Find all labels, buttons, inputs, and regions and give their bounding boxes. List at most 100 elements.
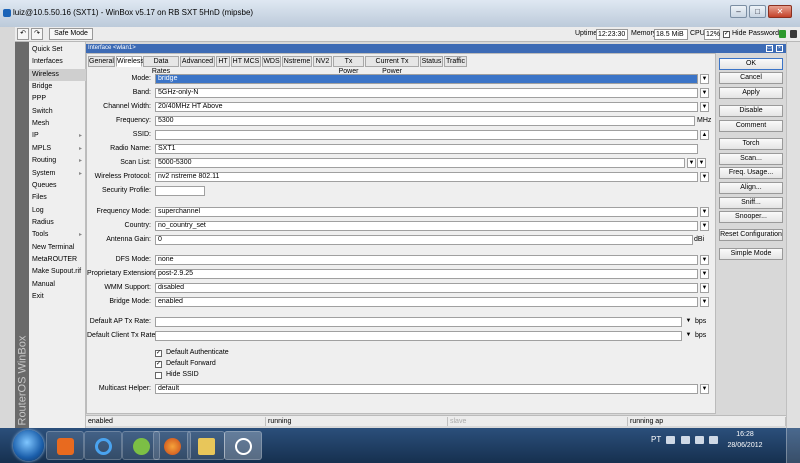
dropdown-arrow-icon[interactable]: ▼ bbox=[700, 102, 709, 112]
sidebar-item-mpls[interactable]: MPLS ▸ bbox=[29, 143, 86, 155]
sidebar-item-switch[interactable]: Switch bbox=[29, 106, 86, 118]
dropdown-arrow-icon[interactable]: ▼ bbox=[700, 172, 709, 182]
dropdown-arrow-icon[interactable]: ▼ bbox=[700, 255, 709, 265]
sidebar-item-make-supout-rif[interactable]: Make Supout.rif bbox=[29, 266, 86, 278]
sidebar-item-routing[interactable]: Routing ▸ bbox=[29, 155, 86, 167]
dropdown-arrow-icon[interactable]: ▼ bbox=[700, 384, 709, 394]
system-clock[interactable]: 16:28 28/06/2012 bbox=[724, 429, 766, 451]
scan-button[interactable]: Scan... bbox=[719, 153, 783, 165]
window-close-icon[interactable]: × bbox=[776, 45, 783, 52]
collapse-arrow-icon[interactable]: ▲ bbox=[700, 130, 709, 140]
reset-configuration-button[interactable]: Reset Configuration bbox=[719, 229, 783, 241]
comment-button[interactable]: Comment bbox=[719, 120, 783, 132]
ok-button[interactable]: OK bbox=[719, 58, 783, 70]
radio-name-field[interactable]: SXT1 bbox=[155, 144, 698, 154]
taskbar-firefox[interactable] bbox=[153, 431, 191, 460]
default-client-tx-rate-field[interactable] bbox=[155, 331, 682, 341]
sidebar-item-mesh[interactable]: Mesh bbox=[29, 118, 86, 130]
dropdown-arrow-icon[interactable]: ▼ bbox=[700, 297, 709, 307]
sidebar-item-queues[interactable]: Queues bbox=[29, 180, 86, 192]
language-indicator[interactable]: PT bbox=[651, 435, 661, 444]
close-button[interactable]: ✕ bbox=[768, 5, 792, 18]
volume-icon[interactable] bbox=[709, 436, 718, 444]
antenna-gain-field[interactable]: 0 bbox=[155, 235, 693, 245]
window-restore-icon[interactable]: ▭ bbox=[766, 45, 773, 52]
tab-advanced[interactable]: Advanced bbox=[180, 56, 215, 67]
sidebar-item-radius[interactable]: Radius bbox=[29, 217, 86, 229]
window-titlebar[interactable]: luiz@10.5.50.16 (SXT1) - WinBox v5.17 on… bbox=[0, 0, 800, 27]
dropdown-arrow-icon[interactable]: ▼ bbox=[684, 317, 693, 327]
maximize-button[interactable]: □ bbox=[749, 5, 766, 18]
flag-icon[interactable] bbox=[681, 436, 690, 444]
default-authenticate-checkbox[interactable]: ✓ bbox=[155, 350, 162, 357]
sidebar-item-system[interactable]: System ▸ bbox=[29, 168, 86, 180]
wmm-support-field[interactable]: disabled bbox=[155, 283, 698, 293]
default-forward-checkbox[interactable]: ✓ bbox=[155, 361, 162, 368]
sidebar-item-wireless[interactable]: Wireless bbox=[29, 68, 86, 81]
simple-mode-button[interactable]: Simple Mode bbox=[719, 248, 783, 260]
sidebar-item-metarouter[interactable]: MetaROUTER bbox=[29, 254, 86, 266]
tab-data-rates[interactable]: Data Rates bbox=[143, 56, 179, 75]
dropdown-arrow-icon[interactable]: ▼ bbox=[700, 74, 709, 84]
minimize-button[interactable]: – bbox=[730, 5, 747, 18]
dropdown-arrow-icon[interactable]: ▼ bbox=[697, 158, 706, 168]
safe-mode-button[interactable]: Safe Mode bbox=[49, 28, 93, 40]
sidebar-item-new-terminal[interactable]: New Terminal bbox=[29, 242, 86, 254]
tab-current-tx-power[interactable]: Current Tx Power bbox=[365, 56, 419, 75]
taskbar-winbox[interactable] bbox=[224, 431, 262, 460]
proprietary-extensions-field[interactable]: post-2.9.25 bbox=[155, 269, 698, 279]
dropdown-arrow-icon[interactable]: ▼ bbox=[700, 283, 709, 293]
redo-icon[interactable]: ↷ bbox=[31, 28, 43, 40]
tab-ht-mcs[interactable]: HT MCS bbox=[231, 56, 261, 67]
tab-wds[interactable]: WDS bbox=[262, 56, 281, 67]
bridge-mode-field[interactable]: enabled bbox=[155, 297, 698, 307]
ssid-field[interactable] bbox=[155, 130, 698, 140]
dropdown-arrow-icon[interactable]: ▼ bbox=[700, 269, 709, 279]
tab-wireless[interactable]: Wireless bbox=[116, 56, 144, 67]
interface-window-header[interactable]: Interface <wlan1> ▭ × bbox=[86, 44, 786, 53]
start-button[interactable] bbox=[13, 430, 44, 461]
frequency-mode-field[interactable]: superchannel bbox=[155, 207, 698, 217]
wireless-protocol-field[interactable]: nv2 nstreme 802.11 bbox=[155, 172, 698, 182]
align-button[interactable]: Align... bbox=[719, 182, 783, 194]
taskbar-media-player[interactable] bbox=[46, 431, 84, 460]
default-ap-tx-rate-field[interactable] bbox=[155, 317, 682, 327]
apply-button[interactable]: Apply bbox=[719, 87, 783, 99]
taskbar-internet-explorer[interactable] bbox=[84, 431, 122, 460]
vertical-scrollbar[interactable] bbox=[786, 42, 800, 428]
tab-ht[interactable]: HT bbox=[216, 56, 230, 67]
multicast-helper-field[interactable]: default bbox=[155, 384, 698, 394]
tab-tx-power[interactable]: Tx Power bbox=[333, 56, 364, 75]
band-field[interactable]: 5GHz-only-N bbox=[155, 88, 698, 98]
snooper-button[interactable]: Snooper... bbox=[719, 211, 783, 223]
scan-list-field[interactable]: 5000-5300 bbox=[155, 158, 685, 168]
show-desktop-button[interactable] bbox=[786, 428, 800, 463]
country-field[interactable]: no_country_set bbox=[155, 221, 698, 231]
sidebar-item-tools[interactable]: Tools ▸ bbox=[29, 229, 86, 241]
dfs-mode-field[interactable]: none bbox=[155, 255, 698, 265]
torch-button[interactable]: Torch bbox=[719, 138, 783, 150]
security-profile-field[interactable] bbox=[155, 186, 205, 196]
network-icon[interactable] bbox=[695, 436, 704, 444]
sidebar-item-exit[interactable]: Exit bbox=[29, 291, 86, 303]
dropdown-arrow-icon[interactable]: ▼ bbox=[684, 331, 693, 341]
dropdown-arrow-icon[interactable]: ▼ bbox=[687, 158, 696, 168]
sidebar-item-quick-set[interactable]: Quick Set bbox=[29, 44, 86, 56]
sidebar-item-ppp[interactable]: PPP bbox=[29, 93, 86, 105]
sidebar-item-log[interactable]: Log bbox=[29, 205, 86, 217]
sidebar-item-ip[interactable]: IP ▸ bbox=[29, 130, 86, 142]
freq-usage-button[interactable]: Freq. Usage... bbox=[719, 167, 783, 179]
dropdown-arrow-icon[interactable]: ▼ bbox=[700, 221, 709, 231]
tab-status[interactable]: Status bbox=[420, 56, 443, 67]
cancel-button[interactable]: Cancel bbox=[719, 72, 783, 84]
tab-nstreme[interactable]: Nstreme bbox=[282, 56, 312, 67]
disable-button[interactable]: Disable bbox=[719, 105, 783, 117]
hide-ssid-checkbox[interactable] bbox=[155, 372, 162, 379]
sidebar-item-interfaces[interactable]: Interfaces bbox=[29, 56, 86, 68]
frequency-field[interactable]: 5300 bbox=[155, 116, 695, 126]
tab-nv2[interactable]: NV2 bbox=[313, 56, 332, 67]
dropdown-arrow-icon[interactable]: ▼ bbox=[700, 88, 709, 98]
sidebar-item-files[interactable]: Files bbox=[29, 192, 86, 204]
tray-arrow-icon[interactable] bbox=[666, 436, 675, 444]
tab-traffic[interactable]: Traffic bbox=[444, 56, 467, 67]
